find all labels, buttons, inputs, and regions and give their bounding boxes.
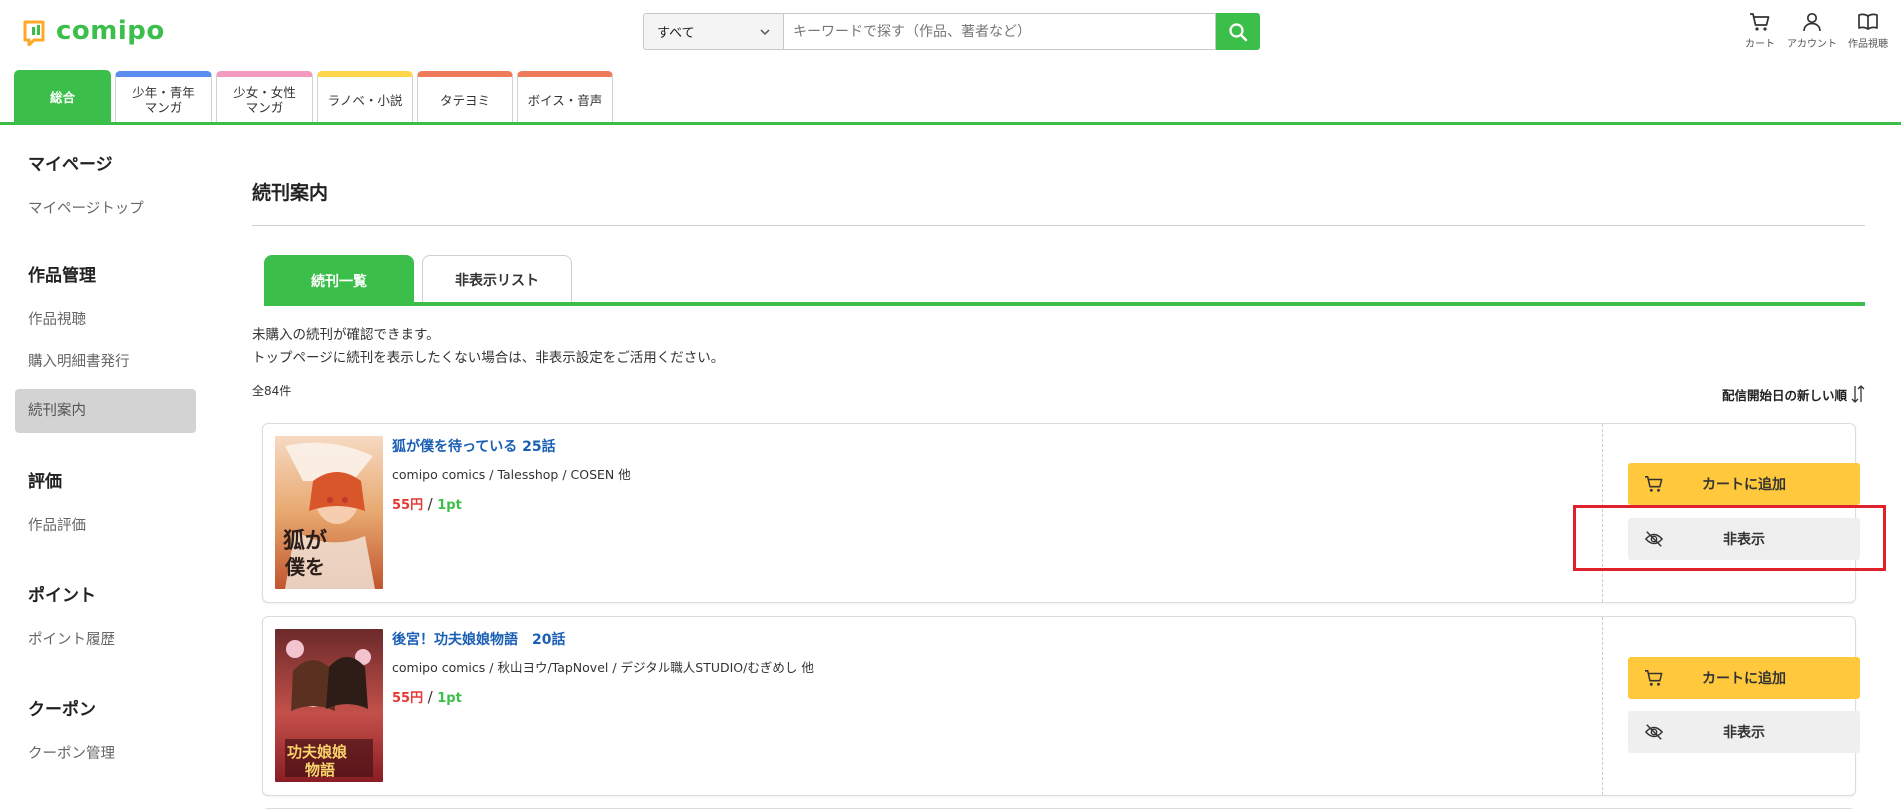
cart-icon [1645,670,1663,686]
search-icon [1229,22,1248,41]
chevron-down-icon [760,29,770,36]
page-title: 続刊案内 [252,182,329,204]
category-tab-shojo[interactable]: 少女・女性 マンガ [216,71,313,123]
sidebar: マイページ マイページトップ 作品管理 作品視聴 購入明細書発行 続刊案内 評価… [15,150,197,782]
price-yen: 55円 [392,691,424,706]
price-separator: / [427,495,433,513]
search-bar: すべて [643,13,1260,50]
item-authors: comipo comics / 秋山ヨウ/TapNovel / デジタル職人ST… [392,660,814,675]
sidebar-head-point: ポイント [28,586,96,606]
sort-toggle[interactable]: 配信開始日の新しい順 [1722,384,1865,404]
description: 未購入の続刊が確認できます。 トップページに続刊を表示したくない場合は、非表示設… [252,324,724,370]
highlight-annotation [1573,505,1886,571]
price-point: 1pt [437,498,462,513]
hide-label: 非表示 [1723,725,1765,741]
category-tabs: 総合 少年・青年 マンガ 少女・女性 マンガ ラノベ・小説 タテヨミ ボイス・音… [14,70,617,123]
item-title-link[interactable]: 狐が僕を待っている 25話 [392,436,556,456]
content-tabs: 続刊一覧 非表示リスト [264,255,580,305]
search-category-select[interactable]: すべて [643,13,783,50]
sidebar-item-mypage-top[interactable]: マイページトップ [15,194,197,224]
cart-icon [1750,13,1770,31]
header-account[interactable]: アカウント [1784,12,1840,50]
svg-text:功夫娘娘: 功夫娘娘 [287,743,348,761]
category-tab-voice[interactable]: ボイス・音声 [517,71,613,123]
result-count: 全84件 [252,384,292,398]
sidebar-item-rating[interactable]: 作品評価 [15,511,197,541]
sequel-item: 功夫娘娘 物語 後宮！功夫娘娘物語 20話 comipo comics / 秋山… [262,616,1860,796]
search-input[interactable] [783,13,1216,50]
header-cart[interactable]: カート [1743,12,1777,50]
category-tab-general[interactable]: 総合 [14,70,111,123]
sidebar-item-receipt[interactable]: 購入明細書発行 [15,347,197,377]
card-divider [1602,617,1603,795]
header-account-label: アカウント [1787,39,1837,50]
cart-icon [1645,476,1663,492]
item-price: 55円 / 1pt [392,687,462,706]
cover-image[interactable]: 狐が 僕を [275,436,383,589]
tab-underline [264,302,1865,306]
sidebar-head-mypage: マイページ [28,155,113,175]
header-library-label: 作品視聴 [1848,39,1888,50]
site-header: comipo すべて カート アカウント 作品視聴 [0,0,1901,62]
eye-off-icon [1644,724,1664,740]
item-price: 55円 / 1pt [392,494,462,513]
add-to-cart-button[interactable]: カートに追加 [1628,657,1860,699]
add-to-cart-label: カートに追加 [1702,477,1786,493]
header-cart-label: カート [1745,39,1775,50]
sidebar-item-watch[interactable]: 作品視聴 [15,305,197,335]
search-category-value: すべて [657,26,695,41]
tab-hidden-list[interactable]: 非表示リスト [422,255,572,303]
category-underline [0,122,1901,125]
price-separator: / [427,688,433,706]
cover-image[interactable]: 功夫娘娘 物語 [275,629,383,782]
category-tab-shonen[interactable]: 少年・青年 マンガ [115,71,212,123]
price-point: 1pt [437,691,462,706]
comipo-logo-icon [22,16,52,47]
svg-text:物語: 物語 [305,761,335,779]
title-divider [252,225,1865,226]
book-icon [1858,13,1878,30]
category-tab-novel[interactable]: ラノベ・小説 [317,71,413,123]
description-line-2: トップページに続刊を表示したくない場合は、非表示設定をご活用ください。 [252,350,725,366]
sidebar-item-coupon[interactable]: クーポン管理 [15,739,197,769]
sidebar-head-rating: 評価 [28,472,62,492]
price-yen: 55円 [392,498,424,513]
sidebar-head-works: 作品管理 [28,266,96,286]
main-content: 続刊案内 続刊一覧 非表示リスト 未購入の続刊が確認できます。 トップページに続… [252,178,1865,809]
sidebar-item-sequels[interactable]: 続刊案内 [15,389,196,433]
site-logo[interactable]: comipo [22,14,165,48]
search-button[interactable] [1216,13,1260,50]
sort-label: 配信開始日の新しい順 [1721,387,1847,403]
hide-button[interactable]: 非表示 [1628,711,1860,753]
item-authors: comipo comics / Talesshop / COSEN 他 [392,467,631,482]
sidebar-item-point-history[interactable]: ポイント履歴 [15,625,197,655]
tab-sequel-list[interactable]: 続刊一覧 [264,255,414,305]
logo-text: comipo [56,16,165,46]
add-to-cart-label: カートに追加 [1702,671,1786,687]
add-to-cart-button[interactable]: カートに追加 [1628,463,1860,505]
description-line-1: 未購入の続刊が確認できます。 [252,327,440,343]
sidebar-head-coupon: クーポン [28,700,96,720]
svg-text:狐が: 狐が [283,528,327,554]
category-tab-tateyomi[interactable]: タテヨミ [417,71,513,123]
header-library[interactable]: 作品視聴 [1845,12,1891,50]
account-icon [1803,12,1821,32]
svg-text:僕を: 僕を [284,555,325,579]
sort-arrows-icon [1851,385,1865,403]
item-title-link[interactable]: 後宮！功夫娘娘物語 20話 [392,629,565,649]
